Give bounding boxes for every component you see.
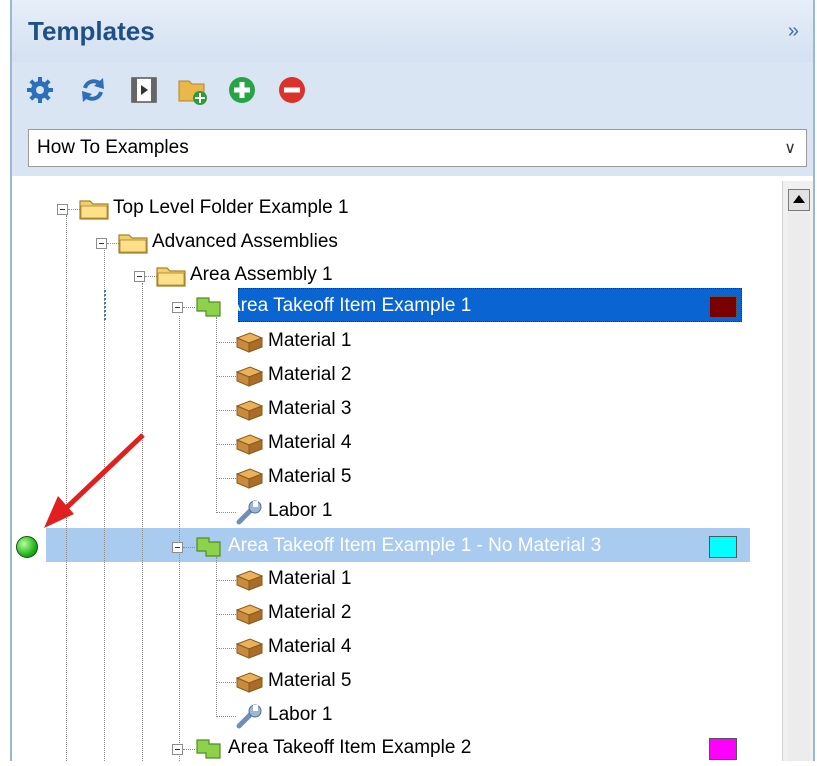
annotation-arrow xyxy=(44,433,145,528)
templates-panel: Templates » How To Examples ∨ Top Level … xyxy=(0,0,817,761)
status-dot-icon xyxy=(16,536,38,558)
